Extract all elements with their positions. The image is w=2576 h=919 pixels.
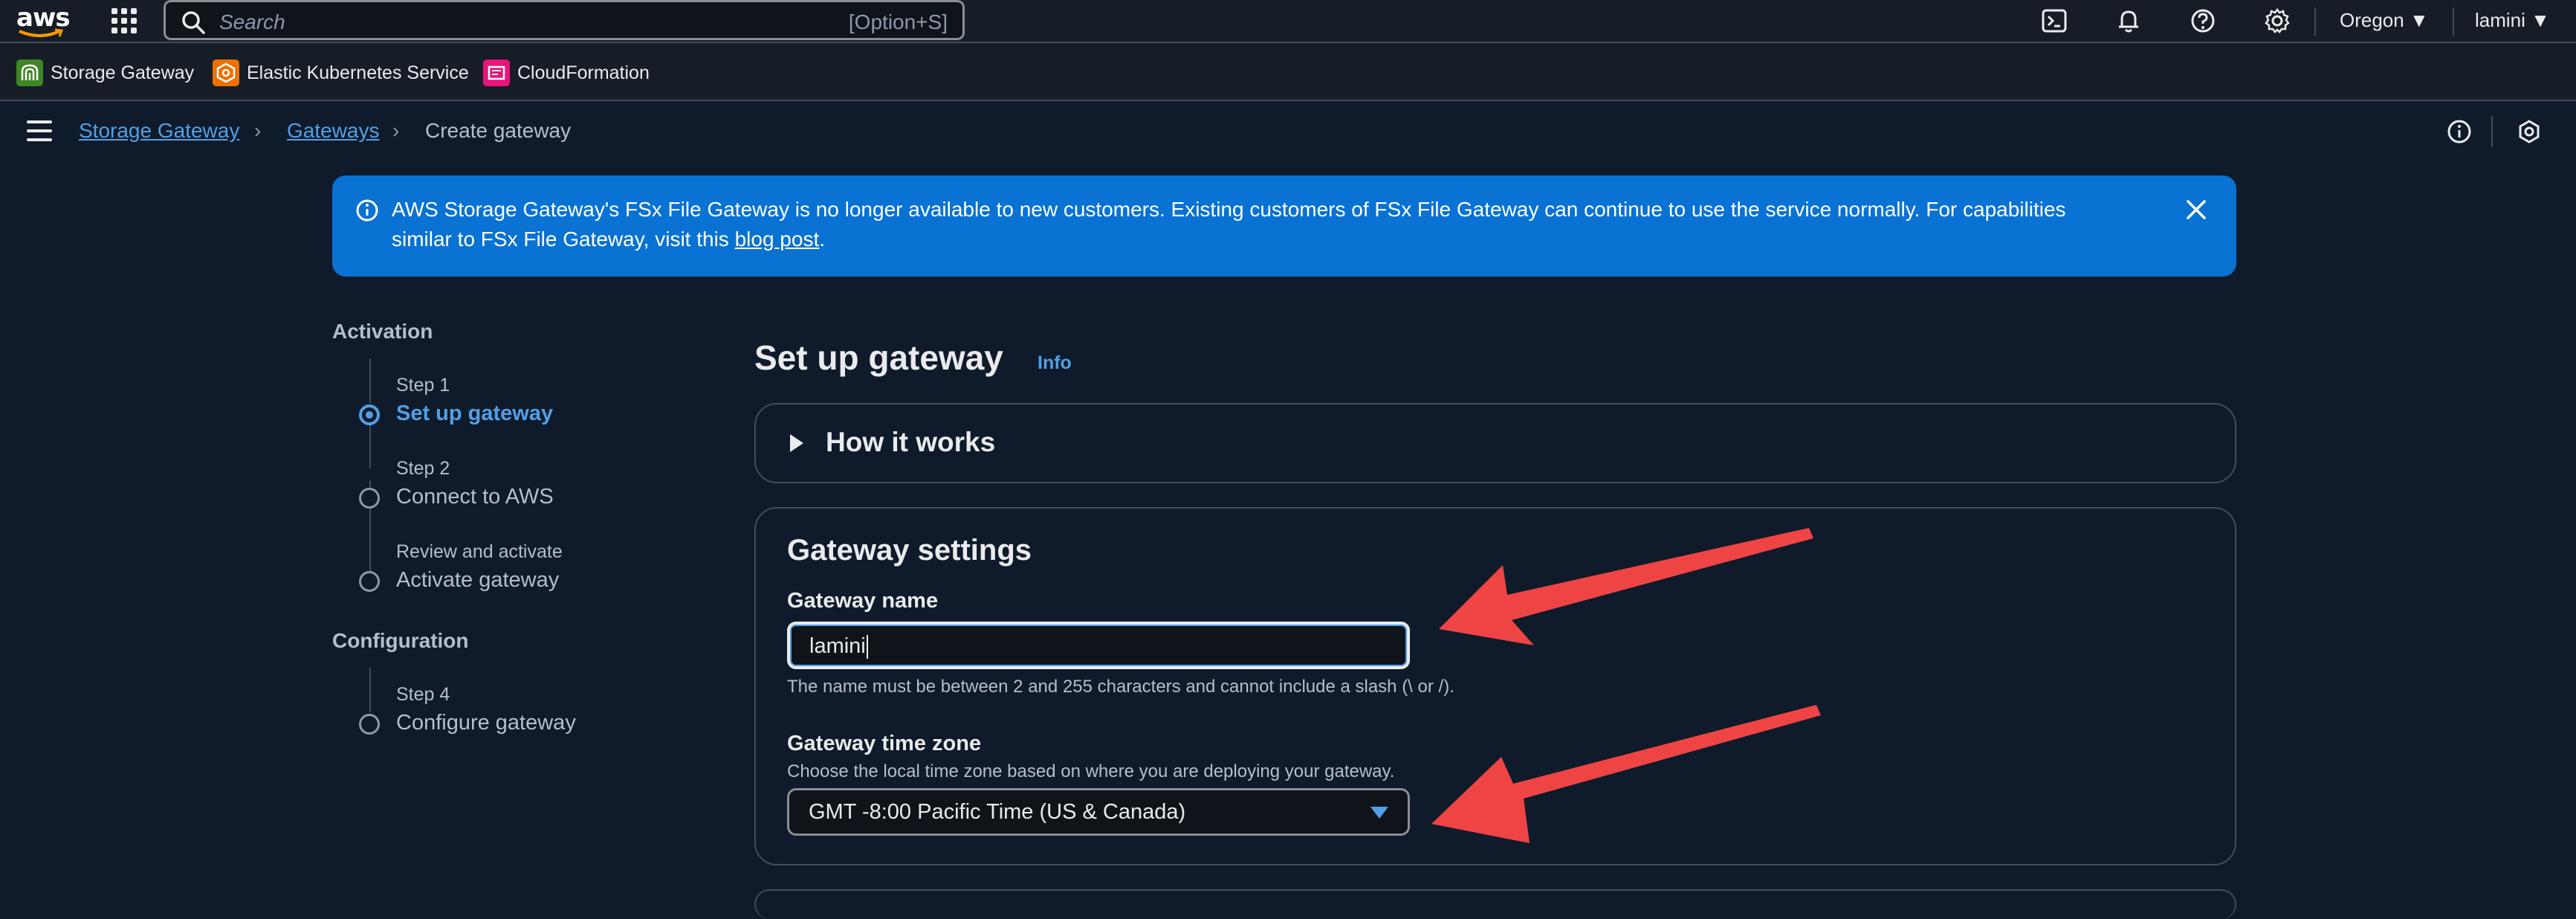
step-2-label: Step 2 bbox=[396, 458, 450, 479]
gateway-name-hint: The name must be between 2 and 255 chara… bbox=[787, 677, 1454, 697]
divider bbox=[2314, 7, 2316, 36]
aws-smile-icon bbox=[19, 28, 64, 37]
step-4-title: Configure gateway bbox=[396, 711, 576, 735]
divider bbox=[2453, 7, 2454, 36]
breadcrumb-storage-gateway[interactable]: Storage Gateway bbox=[79, 119, 239, 143]
eks-icon bbox=[213, 59, 239, 86]
gateway-name-input[interactable]: lamini bbox=[787, 622, 1410, 669]
gateway-settings-panel: Gateway settings Gateway name lamini The… bbox=[754, 507, 2236, 865]
step-1-indicator bbox=[359, 404, 380, 425]
search-shortcut: [Option+S] bbox=[848, 10, 948, 33]
how-it-works-label: How it works bbox=[826, 427, 996, 457]
favorite-storage-gateway[interactable]: Storage Gateway bbox=[16, 59, 194, 86]
gateway-settings-heading: Gateway settings bbox=[787, 534, 1032, 567]
step-3-indicator bbox=[359, 571, 380, 592]
step-2-indicator bbox=[359, 488, 380, 509]
gateway-time-zone-select[interactable]: GMT -8:00 Pacific Time (US & Canada) bbox=[787, 788, 1410, 836]
breadcrumb-current: Create gateway bbox=[425, 119, 572, 142]
favorites-bar: Storage Gateway Elastic Kubernetes Servi… bbox=[0, 43, 2576, 101]
time-zone-value: GMT -8:00 Pacific Time (US & Canada) bbox=[809, 800, 1186, 824]
info-icon bbox=[356, 199, 378, 222]
step-1-title[interactable]: Set up gateway bbox=[396, 402, 553, 426]
help-icon[interactable] bbox=[2190, 7, 2216, 34]
divider bbox=[2491, 116, 2493, 147]
cloudshell-icon[interactable] bbox=[2041, 7, 2068, 34]
search-placeholder: Search bbox=[219, 10, 285, 33]
gateway-time-zone-label: Gateway time zone bbox=[787, 732, 982, 755]
step-4-label: Step 4 bbox=[396, 684, 450, 705]
settings-gear-icon[interactable] bbox=[2264, 7, 2291, 34]
next-panel-edge bbox=[754, 889, 2236, 919]
text-cursor bbox=[866, 635, 868, 660]
favorite-cloudformation[interactable]: CloudFormation bbox=[483, 59, 650, 86]
how-it-works-expander[interactable]: How it works bbox=[754, 403, 2236, 483]
info-link[interactable]: Info bbox=[1038, 352, 1072, 374]
cloudformation-icon bbox=[483, 59, 510, 86]
gateway-name-value: lamini bbox=[809, 634, 866, 658]
step-2-title: Connect to AWS bbox=[396, 485, 554, 509]
wizard-steps-nav: Activation Step 1 Set up gateway Step 2 … bbox=[332, 312, 719, 758]
favorite-label: Elastic Kubernetes Service bbox=[247, 62, 469, 83]
notifications-bell-icon[interactable] bbox=[2115, 7, 2142, 34]
favorite-eks[interactable]: Elastic Kubernetes Service bbox=[213, 59, 469, 86]
services-grid-icon[interactable] bbox=[111, 8, 137, 33]
top-navigation: aws Search [Option+S] Oregon ▼ lamini ▼ bbox=[0, 0, 2576, 43]
favorite-label: CloudFormation bbox=[517, 62, 650, 83]
tools-hexagon-icon[interactable] bbox=[2517, 119, 2542, 144]
search-icon bbox=[182, 11, 205, 34]
step-3-label: Review and activate bbox=[396, 541, 563, 562]
breadcrumb-bar: Storage Gateway › Gateways › Create gate… bbox=[0, 101, 2576, 162]
caret-right-icon bbox=[790, 434, 803, 452]
storage-gateway-icon bbox=[16, 59, 43, 86]
gateway-name-label: Gateway name bbox=[787, 589, 939, 613]
info-alert: AWS Storage Gateway's FSx File Gateway i… bbox=[332, 175, 2236, 277]
search-bar[interactable]: Search [Option+S] bbox=[164, 0, 965, 40]
step-line bbox=[369, 668, 371, 712]
blog-post-link[interactable]: blog post bbox=[735, 228, 820, 251]
chevron-right-icon: › bbox=[392, 119, 400, 142]
step-3-title: Activate gateway bbox=[396, 568, 560, 592]
region-selector[interactable]: Oregon ▼ bbox=[2340, 9, 2429, 32]
step-line bbox=[369, 358, 371, 403]
step-4-indicator bbox=[359, 714, 380, 735]
page-title: Set up gateway bbox=[754, 338, 1003, 377]
gateway-time-zone-description: Choose the local time zone based on wher… bbox=[787, 761, 1395, 781]
menu-hamburger-icon[interactable] bbox=[27, 120, 52, 143]
breadcrumb-gateways[interactable]: Gateways bbox=[287, 119, 380, 143]
chevron-right-icon: › bbox=[254, 119, 262, 142]
section-configuration: Configuration bbox=[332, 629, 469, 652]
aws-logo[interactable]: aws bbox=[16, 3, 71, 39]
caret-down-icon bbox=[1370, 807, 1388, 819]
favorite-label: Storage Gateway bbox=[51, 62, 195, 83]
alert-message: AWS Storage Gateway's FSx File Gateway i… bbox=[392, 195, 2131, 254]
account-menu[interactable]: lamini ▼ bbox=[2475, 9, 2550, 32]
alert-text-end: . bbox=[819, 228, 825, 251]
alert-text: AWS Storage Gateway's FSx File Gateway i… bbox=[392, 198, 2066, 251]
info-panel-icon[interactable] bbox=[2447, 119, 2472, 144]
step-1-label: Step 1 bbox=[396, 375, 450, 396]
close-icon[interactable] bbox=[2183, 196, 2210, 223]
section-activation: Activation bbox=[332, 320, 433, 343]
